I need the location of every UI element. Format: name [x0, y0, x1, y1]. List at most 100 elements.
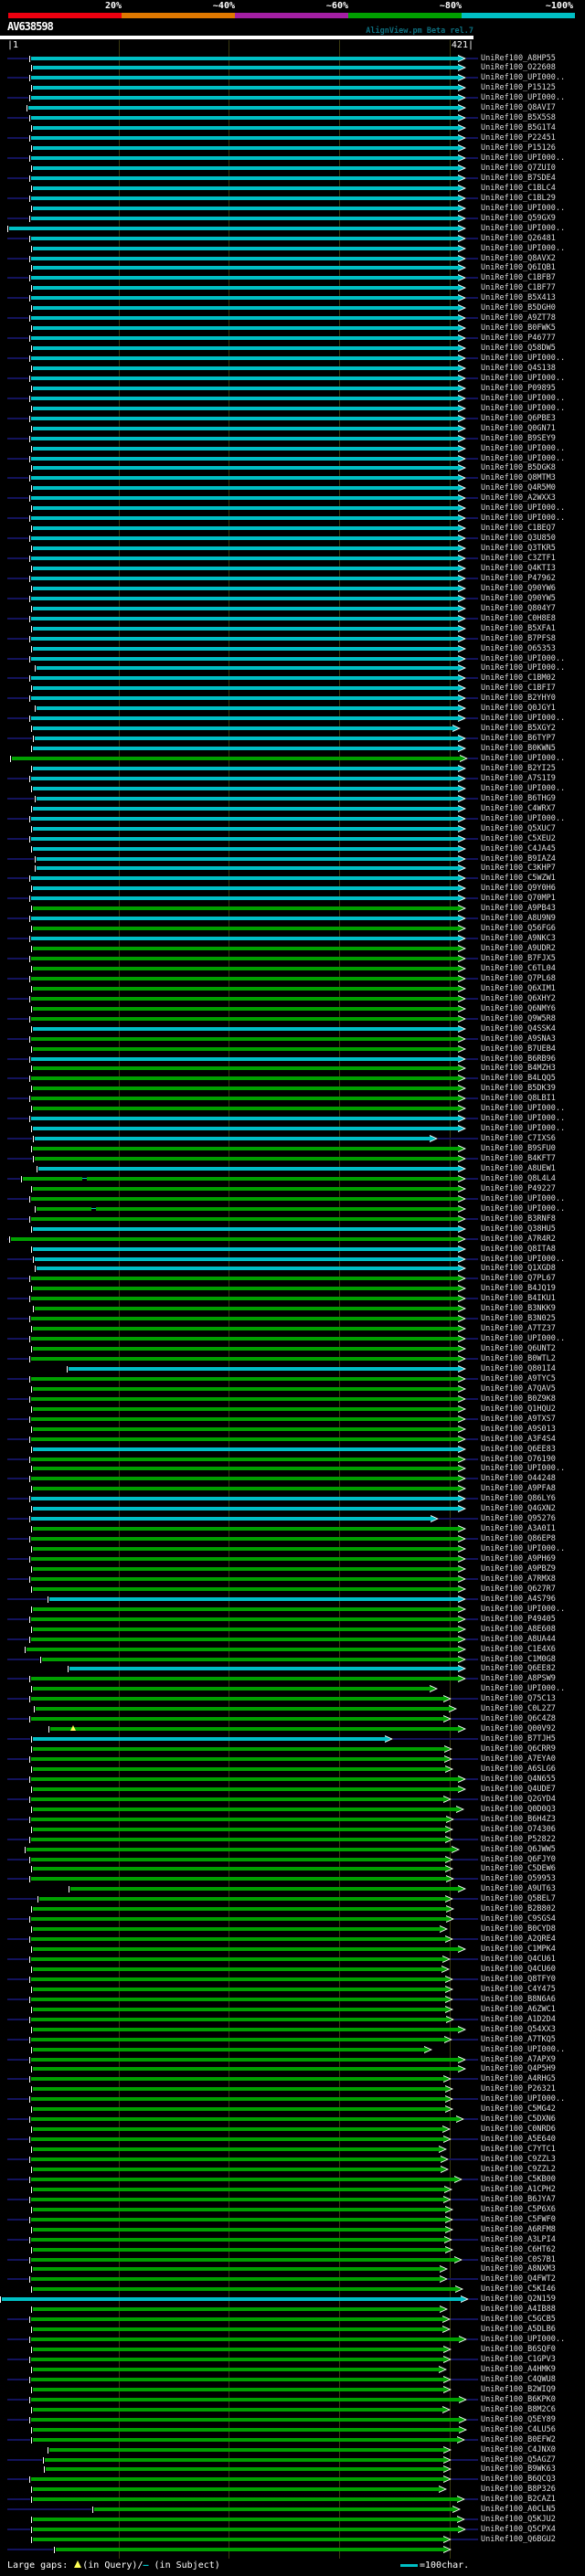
alignment-bar[interactable] [33, 2207, 445, 2211]
alignment-bar[interactable] [33, 406, 458, 410]
alignment-bar[interactable] [33, 1987, 445, 1991]
alignment-bar[interactable] [33, 947, 458, 951]
alignment-bar[interactable] [31, 1196, 458, 1201]
alignment-bar[interactable] [49, 2447, 443, 2452]
alignment-bar[interactable] [33, 726, 452, 731]
hit-accession-label[interactable]: UniRef100_Q86LY6 [481, 1494, 556, 1504]
hit-accession-label[interactable]: UniRef100_UPI000.. [481, 93, 565, 103]
alignment-bar[interactable] [31, 596, 458, 600]
hit-accession-label[interactable]: UniRef100_UPI000.. [481, 514, 565, 524]
hit-accession-label[interactable]: UniRef100_Q6PBE3 [481, 414, 556, 424]
hit-accession-label[interactable]: UniRef100_Q6EE82 [481, 1664, 556, 1674]
hit-accession-label[interactable]: UniRef100_P49227 [481, 1184, 556, 1194]
alignment-bar[interactable] [31, 2257, 454, 2262]
alignment-bar[interactable] [31, 1277, 458, 1281]
alignment-bar[interactable] [28, 106, 458, 111]
hit-accession-label[interactable]: UniRef100_B3NKK9 [481, 1304, 556, 1314]
hit-accession-label[interactable]: UniRef100_A7QAV5 [481, 1384, 556, 1394]
alignment-bar[interactable] [33, 1327, 458, 1331]
hit-accession-label[interactable]: UniRef100_UPI000.. [481, 404, 565, 414]
hit-accession-label[interactable]: UniRef100_UPI000.. [481, 244, 565, 254]
alignment-bar[interactable] [33, 806, 458, 811]
hit-accession-label[interactable]: UniRef100_A9TXS7 [481, 1415, 556, 1425]
hit-accession-label[interactable]: UniRef100_UPI000.. [481, 2045, 565, 2055]
hit-accession-label[interactable]: UniRef100_A5DLB6 [481, 2325, 556, 2335]
alignment-bar[interactable] [33, 2437, 457, 2442]
alignment-bar[interactable] [31, 2117, 456, 2122]
hit-accession-label[interactable]: UniRef100_B5XGY2 [481, 724, 556, 734]
hit-accession-label[interactable]: UniRef100_A9ZT78 [481, 313, 556, 323]
hit-accession-label[interactable]: UniRef100_A2QRE4 [481, 1935, 556, 1945]
hit-accession-label[interactable]: UniRef100_A8HP55 [481, 54, 556, 64]
hit-accession-label[interactable]: UniRef100_Q4R5M0 [481, 483, 556, 493]
hit-accession-label[interactable]: UniRef100_UPI000.. [481, 784, 565, 794]
hit-accession-label[interactable]: UniRef100_Q4KTI3 [481, 564, 556, 574]
hit-accession-label[interactable]: UniRef100_C1M0G8 [481, 1655, 556, 1665]
hit-accession-label[interactable]: UniRef100_A9S013 [481, 1425, 556, 1435]
hit-accession-label[interactable]: UniRef100_Q8MTM3 [481, 473, 556, 483]
hit-accession-label[interactable]: UniRef100_Q3TKR5 [481, 544, 556, 554]
alignment-bar[interactable] [33, 1487, 458, 1491]
hit-accession-label[interactable]: UniRef100_O76190 [481, 1455, 556, 1465]
hit-accession-label[interactable]: UniRef100_B2B802 [481, 1904, 556, 1914]
alignment-bar[interactable] [31, 2137, 443, 2142]
alignment-bar[interactable] [33, 486, 458, 491]
alignment-bar[interactable] [45, 2457, 443, 2462]
hit-accession-label[interactable]: UniRef100_Q6XIM1 [481, 984, 556, 994]
hit-accession-label[interactable]: UniRef100_Q6XHY2 [481, 994, 556, 1004]
hit-accession-label[interactable]: UniRef100_UPI000.. [481, 1684, 565, 1694]
hit-accession-label[interactable]: UniRef100_UPI000.. [481, 73, 565, 83]
hit-accession-label[interactable]: UniRef100_A3LPI4 [481, 2235, 556, 2245]
alignment-bar[interactable] [31, 516, 458, 521]
alignment-bar[interactable] [33, 2427, 459, 2432]
hit-accession-label[interactable]: UniRef100_Q4GXN2 [481, 1504, 556, 1514]
alignment-bar[interactable] [33, 2247, 445, 2252]
alignment-bar[interactable] [31, 836, 458, 841]
alignment-bar[interactable] [33, 2007, 445, 2011]
hit-accession-label[interactable]: UniRef100_Q1XGD8 [481, 1264, 556, 1274]
hit-accession-label[interactable]: UniRef100_C3KHP7 [481, 864, 556, 874]
hit-accession-label[interactable]: UniRef100_P52822 [481, 1835, 556, 1845]
alignment-bar[interactable] [31, 2277, 440, 2282]
hit-accession-label[interactable]: UniRef100_C5P6X6 [481, 2205, 556, 2215]
alignment-bar[interactable] [31, 2217, 445, 2221]
alignment-bar[interactable] [31, 876, 458, 881]
alignment-bar[interactable] [33, 1467, 458, 1471]
alignment-bar[interactable] [31, 1837, 445, 1841]
alignment-bar[interactable] [33, 566, 458, 570]
alignment-bar[interactable] [31, 896, 458, 901]
hit-accession-label[interactable]: UniRef100_P47962 [481, 574, 556, 584]
hit-accession-label[interactable]: UniRef100_Q4SSK4 [481, 1024, 556, 1034]
alignment-bar[interactable] [33, 747, 458, 751]
hit-accession-label[interactable]: UniRef100_B9SEY9 [481, 434, 556, 444]
alignment-bar[interactable] [33, 927, 458, 931]
hit-accession-label[interactable]: UniRef100_P15126 [481, 143, 556, 154]
hit-accession-label[interactable]: UniRef100_Q804Y7 [481, 604, 556, 614]
alignment-bar[interactable] [31, 937, 458, 941]
hit-accession-label[interactable]: UniRef100_Q7PL68 [481, 974, 556, 984]
alignment-bar[interactable] [33, 526, 458, 531]
hit-accession-label[interactable]: UniRef100_UPI000.. [481, 1114, 565, 1124]
hit-accession-label[interactable]: UniRef100_Q2N159 [481, 2295, 556, 2305]
alignment-bar[interactable] [33, 86, 458, 90]
hit-accession-label[interactable]: UniRef100_C4Y475 [481, 1985, 556, 1995]
alignment-bar[interactable] [31, 2097, 445, 2102]
hit-accession-label[interactable]: UniRef100_B6THG9 [481, 794, 556, 804]
alignment-bar[interactable] [31, 1016, 458, 1021]
hit-accession-label[interactable]: UniRef100_C5DXN6 [481, 2115, 556, 2125]
hit-accession-label[interactable]: UniRef100_UPI000.. [481, 1255, 565, 1265]
hit-accession-label[interactable]: UniRef100_Q5EY89 [481, 2415, 556, 2425]
hit-accession-label[interactable]: UniRef100_C9ZZL3 [481, 2155, 556, 2165]
alignment-bar[interactable] [33, 2487, 439, 2492]
hit-accession-label[interactable]: UniRef100_Q801I4 [481, 1364, 556, 1374]
hit-accession-label[interactable]: UniRef100_UPI000.. [481, 1464, 565, 1474]
hit-accession-label[interactable]: UniRef100_B5DGH0 [481, 303, 556, 313]
hit-accession-label[interactable]: UniRef100_A4IB88 [481, 2305, 556, 2315]
hit-accession-label[interactable]: UniRef100_A3F4S4 [481, 1435, 556, 1445]
alignment-bar[interactable] [33, 206, 458, 210]
hit-accession-label[interactable]: UniRef100_UPI000.. [481, 1104, 565, 1114]
alignment-bar[interactable] [31, 696, 458, 701]
alignment-bar[interactable] [33, 1586, 458, 1591]
hit-accession-label[interactable]: UniRef100_Q4P5H9 [481, 2064, 556, 2074]
alignment-bar[interactable] [70, 1887, 458, 1892]
